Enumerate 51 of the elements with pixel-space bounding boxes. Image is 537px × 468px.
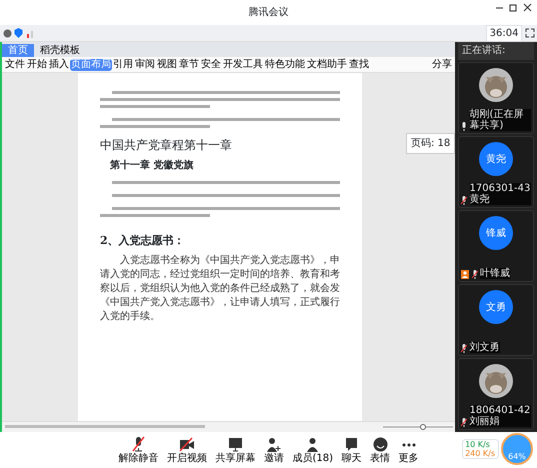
ribbon-tab[interactable]: 特色功能 [264, 58, 306, 70]
zoom-slider-drawing[interactable] [382, 424, 452, 430]
monitor-icon [226, 436, 244, 453]
more-icon [402, 443, 416, 447]
avatar: 锋威 [479, 216, 513, 250]
document-heading: 中国共产党章程第十一章 [100, 137, 233, 154]
toolbar-button[interactable]: 开启视频 [164, 436, 210, 464]
speaking-label: 正在讲话: [458, 42, 534, 60]
window-title: 腾讯会议 [248, 6, 288, 20]
ribbon-tab[interactable]: 开始 [26, 58, 48, 70]
toolbar-button[interactable]: 更多 [396, 436, 422, 464]
meeting-timer: 36:04 [486, 24, 522, 42]
participant-name: 叶锋威 [480, 268, 510, 279]
toolbar-button[interactable]: 表情 [367, 436, 394, 464]
fullscreen-icon[interactable] [524, 28, 534, 38]
ribbon-tab[interactable]: 引用 [112, 58, 134, 70]
ribbon-tab[interactable]: 查找 [348, 58, 370, 70]
smiley-icon [372, 436, 389, 453]
participant-name: 刘文勇 [470, 342, 500, 353]
shield-icon[interactable] [14, 28, 23, 38]
section-heading: 2、入党志愿书： [100, 233, 186, 249]
download-speed: 240 K/s [465, 449, 495, 458]
ribbon-tab[interactable]: 审阅 [134, 58, 156, 70]
ribbon-tab[interactable]: 文档助手 [306, 58, 348, 70]
participant-name: 胡刚(正在屏幕共享) [470, 109, 531, 131]
ribbon-tab[interactable]: 插入 [48, 58, 70, 70]
toolbar-button[interactable]: 邀请 [260, 436, 287, 464]
close-icon[interactable] [523, 2, 532, 12]
page-comment: 页码: 18 [406, 133, 455, 154]
toolbar-button[interactable]: 解除静音 [115, 436, 162, 464]
chapter-title: 第十一章 党徽党旗 [110, 158, 194, 173]
participant-name: 1806401-42刘丽娟 [470, 405, 531, 427]
document-tab[interactable]: 稻壳模板 [34, 44, 86, 57]
body-paragraph: 入党志愿书全称为《中国共产党入党志愿书》，申请入党的同志，经过党组织一定时间的培养、教育和考察以后，党组织认为他入党的条件已经成熟了，就会发《中国共产党入党志愿书》，让申请人填写，正式履行入党的手续。 [100, 254, 340, 324]
toolbar-button[interactable]: 聊天 [338, 436, 365, 464]
toolbar-button[interactable]: 共享屏幕 [212, 436, 258, 464]
upload-speed: 10 K/s [465, 440, 491, 449]
info-icon[interactable] [2, 28, 12, 38]
add-person-icon [265, 436, 282, 453]
ribbon-tab[interactable]: 视图 [156, 58, 178, 70]
toolbar-button[interactable]: 成员(18) [289, 436, 336, 464]
ribbon-tab[interactable]: 章节 [178, 58, 200, 70]
avatar: 文勇 [479, 290, 513, 324]
participant-name: 1706301-43黄尧 [470, 183, 531, 205]
share-button[interactable]: 分享 [431, 58, 453, 70]
ribbon-tab[interactable]: 开发工具 [222, 58, 264, 70]
ribbon-tab[interactable]: 文件 [4, 58, 26, 70]
signal-icon [26, 28, 34, 38]
restore-icon[interactable] [509, 2, 518, 12]
ribbon-tab[interactable]: 安全 [200, 58, 222, 70]
avatar: 黄尧 [479, 142, 513, 176]
